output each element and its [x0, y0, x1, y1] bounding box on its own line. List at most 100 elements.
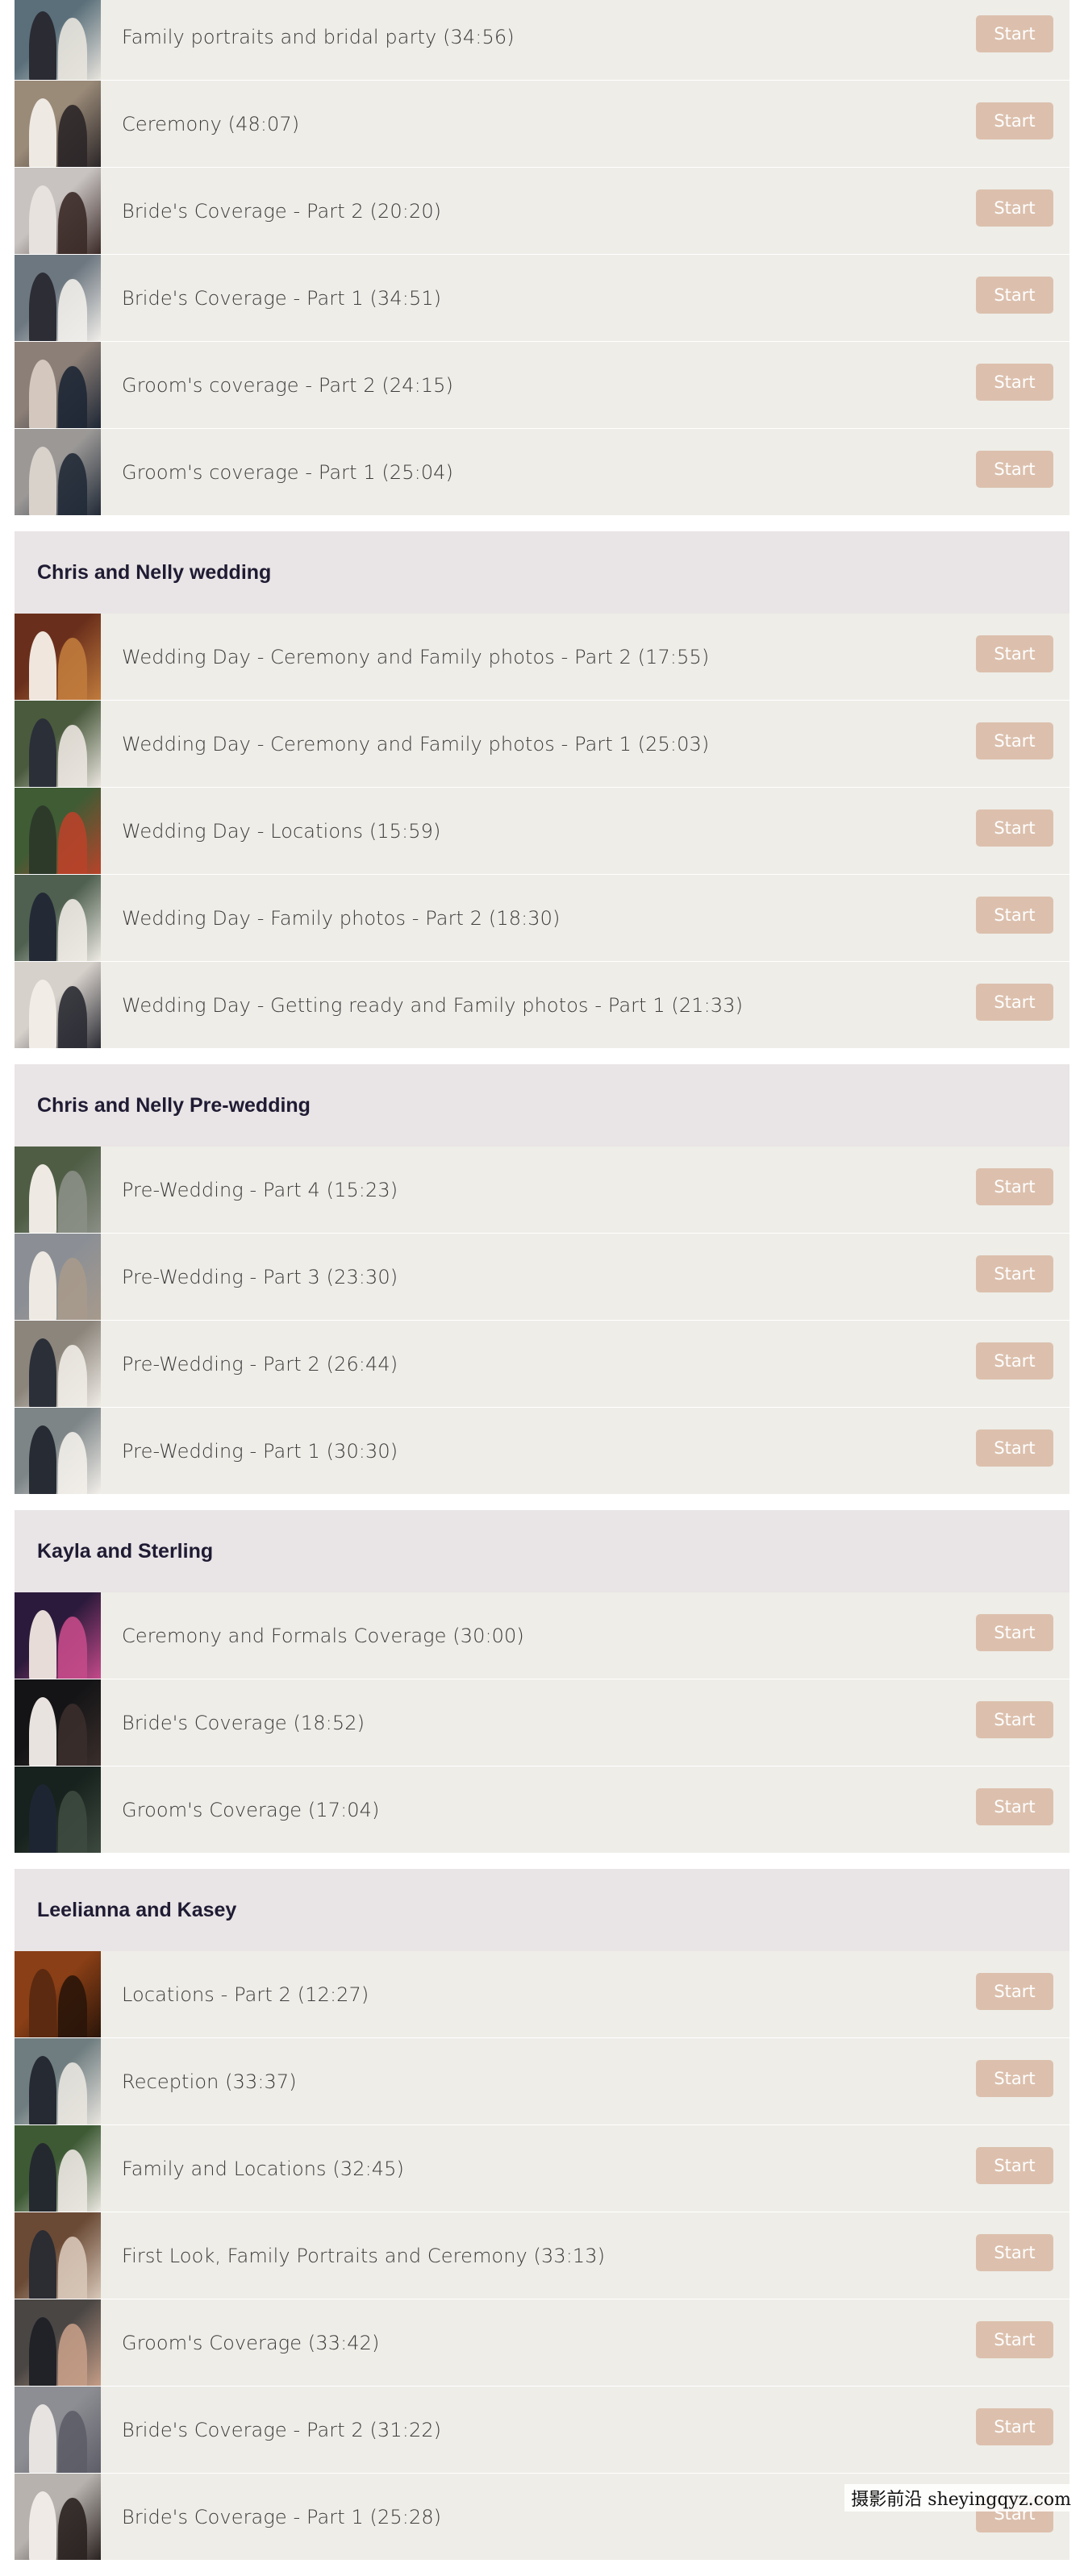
lesson-row[interactable]: Wedding Day - Locations (15:59) Start: [15, 788, 1069, 874]
lesson-title: Locations - Part 2 (12:27): [122, 1983, 369, 2006]
start-button[interactable]: Start: [976, 1255, 1053, 1292]
lesson-thumbnail: [15, 962, 101, 1048]
start-button[interactable]: Start: [976, 1614, 1053, 1651]
lesson-thumbnail: [15, 2387, 101, 2473]
start-button[interactable]: Start: [976, 2060, 1053, 2097]
lesson-title: Ceremony (48:07): [122, 112, 300, 135]
lesson-row[interactable]: Pre-Wedding - Part 1 (30:30) Start: [15, 1408, 1069, 1494]
lesson-thumbnail: [15, 1951, 101, 2037]
lesson-title: Reception (33:37): [122, 2070, 297, 2093]
start-button[interactable]: Start: [976, 364, 1053, 401]
lesson-row[interactable]: Groom's Coverage (17:04) Start: [15, 1767, 1069, 1853]
course-section: Chris and Nelly wedding Wedding Day - Cer…: [15, 531, 1069, 1048]
section-title: Leelianna and Kasey: [37, 1898, 237, 1921]
lesson-title: Pre-Wedding - Part 4 (15:23): [122, 1178, 398, 1201]
start-button[interactable]: Start: [976, 1429, 1053, 1467]
lesson-row[interactable]: Groom's coverage - Part 1 (25:04) Start: [15, 429, 1069, 515]
lesson-thumbnail: [15, 429, 101, 515]
lesson-thumbnail: [15, 1408, 101, 1494]
start-button[interactable]: Start: [976, 2321, 1053, 2358]
lesson-row[interactable]: Groom's Coverage (33:42) Start: [15, 2299, 1069, 2386]
lesson-row[interactable]: Bride's Coverage - Part 1 (34:51) Start: [15, 255, 1069, 341]
start-button[interactable]: Start: [976, 451, 1053, 488]
start-button[interactable]: Start: [976, 189, 1053, 227]
lesson-title: Family portraits and bridal party (34:56…: [122, 25, 515, 48]
lesson-thumbnail: [15, 81, 101, 167]
lesson-thumbnail: [15, 1321, 101, 1407]
lesson-row[interactable]: Wedding Day - Family photos - Part 2 (18…: [15, 875, 1069, 961]
lesson-thumbnail: [15, 788, 101, 874]
lesson-row[interactable]: Ceremony (48:07) Start: [15, 81, 1069, 167]
lesson-row[interactable]: First Look, Family Portraits and Ceremon…: [15, 2212, 1069, 2299]
lesson-row[interactable]: Pre-Wedding - Part 3 (23:30) Start: [15, 1234, 1069, 1320]
section-header: Chris and Nelly Pre-wedding: [15, 1064, 1069, 1147]
lesson-thumbnail: [15, 1147, 101, 1233]
lesson-row[interactable]: Locations - Part 2 (12:27) Start: [15, 1951, 1069, 2037]
lesson-title: Groom's coverage - Part 2 (24:15): [122, 373, 454, 397]
start-button[interactable]: Start: [976, 2234, 1053, 2271]
lesson-row[interactable]: Reception (33:37) Start: [15, 2038, 1069, 2124]
lesson-row[interactable]: Family portraits and bridal party (34:56…: [15, 0, 1069, 80]
section-header: Kayla and Sterling: [15, 1510, 1069, 1592]
start-button[interactable]: Start: [976, 1168, 1053, 1205]
start-button[interactable]: Start: [976, 722, 1053, 759]
start-button[interactable]: Start: [976, 2147, 1053, 2184]
start-button[interactable]: Start: [976, 1973, 1053, 2010]
lesson-list: Family portraits and bridal party (34:56…: [15, 0, 1069, 2576]
lesson-thumbnail: [15, 1679, 101, 1766]
lesson-row[interactable]: Wedding Day - Ceremony and Family photos…: [15, 701, 1069, 787]
lesson-row[interactable]: Pre-Wedding - Part 4 (15:23) Start: [15, 1147, 1069, 1233]
lesson-title: Bride's Coverage (18:52): [122, 1711, 365, 1734]
lesson-title: Bride's Coverage - Part 2 (20:20): [122, 199, 442, 223]
lesson-thumbnail: [15, 2038, 101, 2124]
lesson-title: Groom's Coverage (33:42): [122, 2331, 380, 2354]
lesson-title: Groom's Coverage (17:04): [122, 1798, 380, 1821]
lesson-thumbnail: [15, 168, 101, 254]
lesson-thumbnail: [15, 2474, 101, 2560]
lesson-row[interactable]: Bride's Coverage (18:52) Start: [15, 1679, 1069, 1766]
start-button[interactable]: Start: [976, 277, 1053, 314]
lesson-title: Bride's Coverage - Part 1 (34:51): [122, 286, 442, 310]
start-button[interactable]: Start: [976, 2408, 1053, 2445]
lesson-title: First Look, Family Portraits and Ceremon…: [122, 2244, 606, 2267]
start-button[interactable]: Start: [976, 15, 1053, 52]
start-button[interactable]: Start: [976, 809, 1053, 847]
start-button[interactable]: Start: [976, 1342, 1053, 1380]
lesson-title: Wedding Day - Locations (15:59): [122, 819, 441, 843]
lesson-row[interactable]: Ceremony and Formals Coverage (30:00) Sta…: [15, 1592, 1069, 1679]
start-button[interactable]: Start: [976, 897, 1053, 934]
section-header: Leelianna and Kasey: [15, 1869, 1069, 1951]
lesson-thumbnail: [15, 342, 101, 428]
section-title: Kayla and Sterling: [37, 1539, 214, 1563]
lesson-thumbnail: [15, 614, 101, 700]
lesson-title: Wedding Day - Family photos - Part 2 (18…: [122, 906, 561, 930]
lesson-title: Ceremony and Formals Coverage (30:00): [122, 1624, 524, 1647]
lesson-title: Pre-Wedding - Part 1 (30:30): [122, 1439, 398, 1463]
start-button[interactable]: Start: [976, 1788, 1053, 1825]
lesson-row[interactable]: Pre-Wedding - Part 2 (26:44) Start: [15, 1321, 1069, 1407]
start-button[interactable]: Start: [976, 984, 1053, 1021]
lesson-title: Pre-Wedding - Part 3 (23:30): [122, 1265, 398, 1288]
watermark: 摄影前沿 sheyingqyz.com: [844, 2484, 1078, 2511]
lesson-thumbnail: [15, 2299, 101, 2386]
lesson-row[interactable]: Family and Locations (32:45) Start: [15, 2125, 1069, 2212]
lesson-row[interactable]: Wedding Day - Ceremony and Family photos…: [15, 614, 1069, 700]
lesson-title: Family and Locations (32:45): [122, 2157, 404, 2180]
section-header: Chris and Nelly wedding: [15, 531, 1069, 614]
start-button[interactable]: Start: [976, 635, 1053, 672]
lesson-title: Wedding Day - Ceremony and Family photos…: [122, 645, 710, 668]
start-button[interactable]: Start: [976, 102, 1053, 139]
start-button[interactable]: Start: [976, 1701, 1053, 1738]
lesson-title: Wedding Day - Ceremony and Family photos…: [122, 732, 710, 755]
lesson-row[interactable]: Bride's Coverage - Part 2 (20:20) Start: [15, 168, 1069, 254]
lesson-thumbnail: [15, 2212, 101, 2299]
course-section: Family portraits and bridal party (34:56…: [15, 0, 1069, 515]
lesson-thumbnail: [15, 1767, 101, 1853]
lesson-row[interactable]: Wedding Day - Getting ready and Family p…: [15, 962, 1069, 1048]
lesson-thumbnail: [15, 875, 101, 961]
lesson-row[interactable]: Groom's coverage - Part 2 (24:15) Start: [15, 342, 1069, 428]
course-section: Kayla and Sterling Ceremony and Formals C…: [15, 1510, 1069, 1853]
lesson-row[interactable]: Bride's Coverage - Part 2 (31:22) Start: [15, 2387, 1069, 2473]
course-section: Leelianna and Kasey Locations - Part 2 (1…: [15, 1869, 1069, 2560]
course-section: Chris and Nelly Pre-wedding Pre-Wedding -…: [15, 1064, 1069, 1494]
